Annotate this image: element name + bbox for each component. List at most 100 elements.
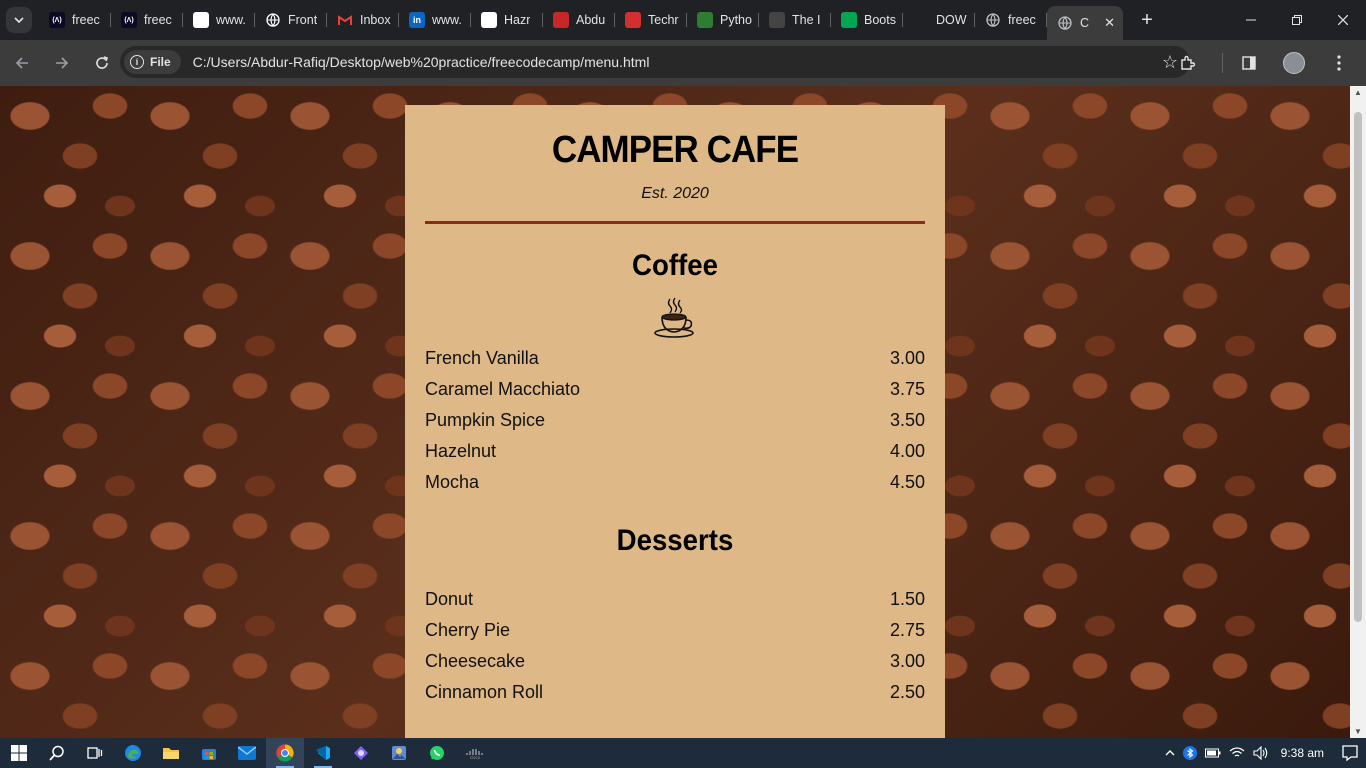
chrome-icon[interactable] xyxy=(266,738,304,768)
tab-title: Boots xyxy=(864,13,896,27)
toolbar-icons xyxy=(1169,40,1366,86)
volume-icon[interactable] xyxy=(1253,746,1269,760)
plus-icon: + xyxy=(1141,8,1153,31)
minimize-icon xyxy=(1246,19,1256,21)
page-icon xyxy=(553,12,569,28)
established-text: Est. 2020 xyxy=(641,185,709,202)
tab[interactable]: Front xyxy=(255,0,327,40)
task-view-icon[interactable] xyxy=(76,738,114,768)
menu-item-price: 3.00 xyxy=(889,651,925,671)
window-controls xyxy=(1228,0,1366,40)
scroll-thumb[interactable] xyxy=(1354,112,1362,622)
blank-icon xyxy=(913,12,929,28)
vscode-icon[interactable] xyxy=(304,738,342,768)
tab-title: freec xyxy=(144,13,172,27)
whatsapp-icon[interactable] xyxy=(418,738,456,768)
menu-item-name: Hazelnut xyxy=(425,441,497,461)
battery-icon[interactable] xyxy=(1204,748,1221,758)
tab[interactable]: Boots xyxy=(831,0,903,40)
divider xyxy=(425,221,925,224)
page-scrollbar[interactable]: ▲ ▼ xyxy=(1350,86,1366,738)
tab-search-button[interactable] xyxy=(6,7,32,33)
tab-list: (Λ) freec (Λ) freec www. Front Inbox in www. Hazr… xyxy=(39,0,1123,40)
reload-button[interactable] xyxy=(84,45,120,81)
chevron-down-icon xyxy=(14,17,24,24)
coffee-cup-icon xyxy=(425,295,925,339)
site-info-label: File xyxy=(150,55,171,69)
new-tab-button[interactable]: + xyxy=(1133,6,1161,34)
page-icon xyxy=(769,12,785,28)
mail-icon[interactable] xyxy=(228,738,266,768)
site-info-chip[interactable]: i File xyxy=(124,50,181,74)
minimize-button[interactable] xyxy=(1228,0,1274,40)
tab[interactable]: in www. xyxy=(399,0,471,40)
menu-item: French Vanilla 3.00 xyxy=(425,343,925,374)
tab-title: DOW xyxy=(936,13,967,27)
restore-button[interactable] xyxy=(1274,0,1320,40)
tab[interactable]: Pytho xyxy=(687,0,759,40)
cisco-icon[interactable]: cisco xyxy=(456,738,494,768)
back-button[interactable] xyxy=(4,45,40,81)
reload-icon xyxy=(96,56,109,69)
arrow-right-icon xyxy=(56,57,69,69)
side-panel-icon xyxy=(1242,56,1256,70)
store-icon[interactable] xyxy=(190,738,228,768)
tab[interactable]: (Λ) freec xyxy=(111,0,183,40)
close-icon xyxy=(1338,15,1348,25)
edge-icon[interactable] xyxy=(114,738,152,768)
avatar xyxy=(1283,52,1305,74)
tab[interactable]: DOW xyxy=(903,0,975,40)
file-explorer-icon[interactable] xyxy=(152,738,190,768)
forward-button[interactable] xyxy=(44,45,80,81)
freecodecamp-icon: (Λ) xyxy=(121,12,137,28)
wifi-icon[interactable] xyxy=(1229,747,1245,759)
menu-item: Donut 1.50 xyxy=(425,584,925,615)
search-icon[interactable] xyxy=(38,738,76,768)
coffee-list: French Vanilla 3.00 Caramel Macchiato 3.75 P… xyxy=(425,343,925,498)
tab-title: www. xyxy=(432,13,462,27)
menu-item-price: 3.50 xyxy=(889,410,925,430)
menu-item: Cheesecake 3.00 xyxy=(425,646,925,677)
profile-button[interactable] xyxy=(1276,45,1312,81)
tab-title: Techr xyxy=(648,13,679,27)
side-panel-button[interactable] xyxy=(1231,45,1267,81)
menu-item-price: 3.00 xyxy=(889,348,925,368)
tab[interactable]: Abdu xyxy=(543,0,615,40)
close-icon[interactable]: ✕ xyxy=(1104,15,1115,31)
puzzle-icon xyxy=(1181,55,1195,70)
menu-item-name: Pumpkin Spice xyxy=(425,410,546,430)
tab[interactable]: Techr xyxy=(615,0,687,40)
extensions-button[interactable] xyxy=(1169,45,1205,81)
clock-time[interactable]: 9:38 am xyxy=(1281,746,1324,760)
scroll-down-icon[interactable]: ▼ xyxy=(1354,727,1362,736)
page-icon xyxy=(481,12,497,28)
tab[interactable]: The I xyxy=(759,0,831,40)
menu-item-name: Cherry Pie xyxy=(425,620,511,640)
menu-item-price: 2.50 xyxy=(889,682,925,702)
info-icon: i xyxy=(130,55,144,69)
globe-icon xyxy=(985,12,1001,28)
desserts-heading: Desserts xyxy=(616,524,734,557)
tab-title: Pytho xyxy=(720,13,752,27)
copilot-icon[interactable] xyxy=(342,738,380,768)
windows-start-icon[interactable] xyxy=(0,738,38,768)
chevron-up-icon xyxy=(1165,750,1175,756)
tab[interactable]: Hazr xyxy=(471,0,543,40)
tab-title: C xyxy=(1080,16,1090,30)
scroll-up-icon[interactable]: ▲ xyxy=(1354,88,1362,97)
tab[interactable]: (Λ) freec xyxy=(39,0,111,40)
address-bar[interactable]: i File C:/Users/Abdur-Rafiq/Desktop/web%… xyxy=(120,46,1190,78)
menu-item: Pumpkin Spice 3.50 xyxy=(425,405,925,436)
url-text[interactable]: C:/Users/Abdur-Rafiq/Desktop/web%20pract… xyxy=(193,54,650,70)
notification-center-button[interactable] xyxy=(1342,745,1358,761)
close-window-button[interactable] xyxy=(1320,0,1366,40)
tab[interactable]: freec xyxy=(975,0,1047,40)
tab[interactable]: Inbox xyxy=(327,0,399,40)
tab[interactable]: www. xyxy=(183,0,255,40)
tab-active[interactable]: C ✕ xyxy=(1047,6,1123,40)
menu-item: Mocha 4.50 xyxy=(425,467,925,498)
photos-icon[interactable] xyxy=(380,738,418,768)
browser-menu-button[interactable] xyxy=(1321,45,1357,81)
bluetooth-icon[interactable] xyxy=(1182,746,1197,760)
show-hidden-icons-button[interactable] xyxy=(1165,748,1175,758)
